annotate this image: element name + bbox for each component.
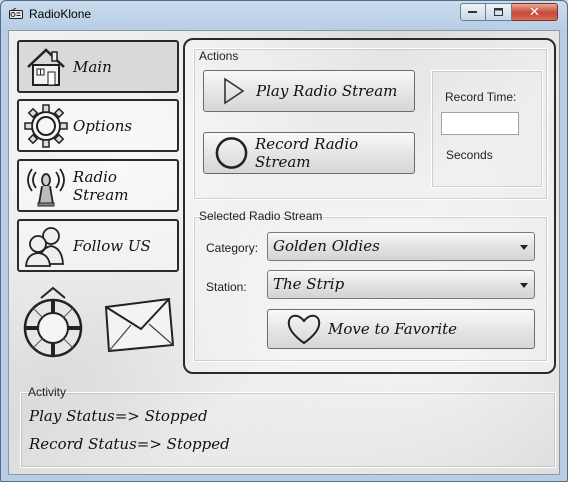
selected-radio-stream-label: Selected Radio Stream [199,209,323,223]
record-time-label: Record Time: [445,90,517,104]
station-dropdown[interactable]: The Strip [267,270,535,299]
play-icon [224,77,245,105]
seconds-label: Seconds [446,148,493,162]
play-button-label: Play Radio Stream [256,82,398,100]
people-icon [19,221,73,271]
minimize-button[interactable] [460,3,486,21]
station-value: The Strip [273,275,345,293]
nav-options-button[interactable]: Options [17,99,179,152]
move-to-favorite-button[interactable]: Move to Favorite [267,309,535,349]
envelope-icon [104,297,175,353]
minimize-icon [468,11,477,13]
station-label: Station: [206,280,247,294]
nav-radio-stream-label: Radio Stream [72,167,129,204]
activity-label: Activity [28,385,67,399]
maximize-button[interactable] [486,3,512,21]
nav-main-button[interactable]: Main [17,40,179,93]
lifebuoy-icon [23,286,83,358]
move-to-favorite-label: Move to Favorite [328,320,458,338]
activity-group [20,392,556,468]
house-icon [19,42,73,92]
actions-group-label: Actions [199,49,239,63]
maximize-icon [493,7,503,16]
close-button[interactable]: ✕ [512,3,558,21]
app-window: RadioKlone ✕ Main Options Radio Stream F… [0,0,568,482]
record-time-input[interactable] [441,112,519,135]
radio-tower-icon [19,161,73,211]
play-status-text: Play Status=> Stopped [29,407,208,425]
nav-radio-stream-button[interactable]: Radio Stream [17,159,179,212]
chevron-down-icon [520,245,528,250]
chevron-down-icon [520,283,528,288]
record-status-text: Record Status=> Stopped [29,435,230,453]
main-panel: Actions Play Radio Stream Record Radio S… [183,38,556,374]
client-area: Main Options Radio Stream Follow US Acti… [8,30,560,475]
radio-app-icon [9,8,23,19]
window-title: RadioKlone [29,7,92,21]
nav-main-label: Main [73,57,112,76]
category-dropdown[interactable]: Golden Oldies [267,232,535,261]
record-button-label: Record Radio Stream [255,135,359,171]
record-icon [215,137,248,169]
nav-follow-us-label: Follow US [73,236,151,255]
title-bar[interactable]: RadioKlone ✕ [1,1,567,29]
nav-follow-us-button[interactable]: Follow US [17,219,179,272]
close-icon: ✕ [529,4,540,20]
category-value: Golden Oldies [273,237,380,255]
nav-options-label: Options [73,116,133,135]
play-radio-stream-button[interactable]: Play Radio Stream [203,70,415,112]
record-radio-stream-button[interactable]: Record Radio Stream [203,132,415,174]
gear-icon [19,101,73,151]
category-label: Category: [206,241,259,255]
heart-icon [287,314,321,345]
